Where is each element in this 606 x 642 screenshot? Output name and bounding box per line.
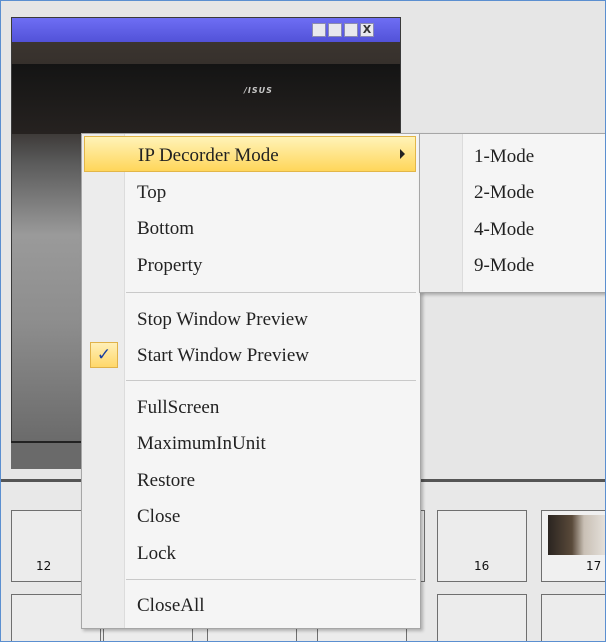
menu-item-top[interactable]: Top (84, 174, 416, 210)
submenu-item-label: 4-Mode (474, 219, 535, 240)
menu-item-label: Start Window Preview (137, 345, 309, 366)
thumbnail-preview (548, 515, 605, 555)
menu-item-label: CloseAll (137, 595, 205, 616)
menu-item-label: FullScreen (137, 397, 220, 418)
menu-item-label: Top (137, 182, 167, 203)
submenu-item-4-mode[interactable]: 4-Mode (422, 211, 604, 247)
menu-item-label: MaximumInUnit (137, 433, 266, 454)
menu-separator (126, 380, 416, 381)
menu-item-bottom[interactable]: Bottom (84, 210, 416, 246)
thumbnail-cell[interactable] (437, 594, 527, 641)
thumbnail-label: 16 (474, 559, 490, 573)
menu-item-start-window-preview[interactable]: ✓ Start Window Preview (84, 337, 416, 373)
thumbnail-cell[interactable] (541, 594, 605, 641)
thumbnail-cell[interactable]: 17 (541, 510, 605, 582)
submenu-item-1-mode[interactable]: 1-Mode (422, 138, 604, 174)
context-menu: IP Decorder Mode Top Bottom Property Sto… (81, 133, 421, 629)
restore-icon[interactable] (312, 23, 326, 37)
menu-separator (126, 579, 416, 580)
submenu-item-label: 1-Mode (474, 146, 535, 167)
thumbnail-cell[interactable]: 16 (437, 510, 527, 582)
menu-separator (126, 292, 416, 293)
menu-item-lock[interactable]: Lock (84, 535, 416, 571)
menu-item-label: Property (137, 255, 203, 276)
checkmark-icon: ✓ (90, 342, 118, 368)
submenu-item-9-mode[interactable]: 9-Mode (422, 247, 604, 283)
menu-item-label: Stop Window Preview (137, 309, 308, 330)
menu-item-label: Close (137, 506, 181, 527)
submenu-item-2-mode[interactable]: 2-Mode (422, 174, 604, 210)
video-titlebar[interactable]: X (12, 18, 400, 42)
menu-item-ip-decoder-mode[interactable]: IP Decorder Mode (84, 136, 416, 172)
menu-item-label: Restore (137, 470, 196, 491)
menu-item-restore[interactable]: Restore (84, 462, 416, 498)
thumbnail-label: 12 (36, 559, 52, 573)
menu-item-label: IP Decorder Mode (138, 145, 279, 166)
submenu-item-label: 9-Mode (474, 255, 535, 276)
menu-item-fullscreen[interactable]: FullScreen (84, 389, 416, 425)
thumbnail-label: 17 (586, 559, 602, 573)
menu-item-label: Lock (137, 543, 177, 564)
submenu-arrow-icon (400, 149, 405, 159)
menu-item-close[interactable]: Close (84, 498, 416, 534)
menu-item-property[interactable]: Property (84, 247, 416, 283)
maximize-icon[interactable] (344, 23, 358, 37)
ip-decoder-mode-submenu: 1-Mode 2-Mode 4-Mode 9-Mode (419, 133, 605, 293)
menu-item-maximum-in-unit[interactable]: MaximumInUnit (84, 425, 416, 461)
popout-icon[interactable] (328, 23, 342, 37)
brand-logo: /ISUS (244, 86, 273, 95)
menu-item-stop-window-preview[interactable]: Stop Window Preview (84, 301, 416, 337)
menu-item-close-all[interactable]: CloseAll (84, 587, 416, 623)
submenu-item-label: 2-Mode (474, 182, 535, 203)
monitor-bezel (12, 64, 400, 134)
close-icon[interactable]: X (360, 23, 374, 37)
app-frame: X /ISUS 12 16 17 IP Decorder Mode Top Bo… (0, 0, 606, 642)
menu-item-label: Bottom (137, 218, 195, 239)
